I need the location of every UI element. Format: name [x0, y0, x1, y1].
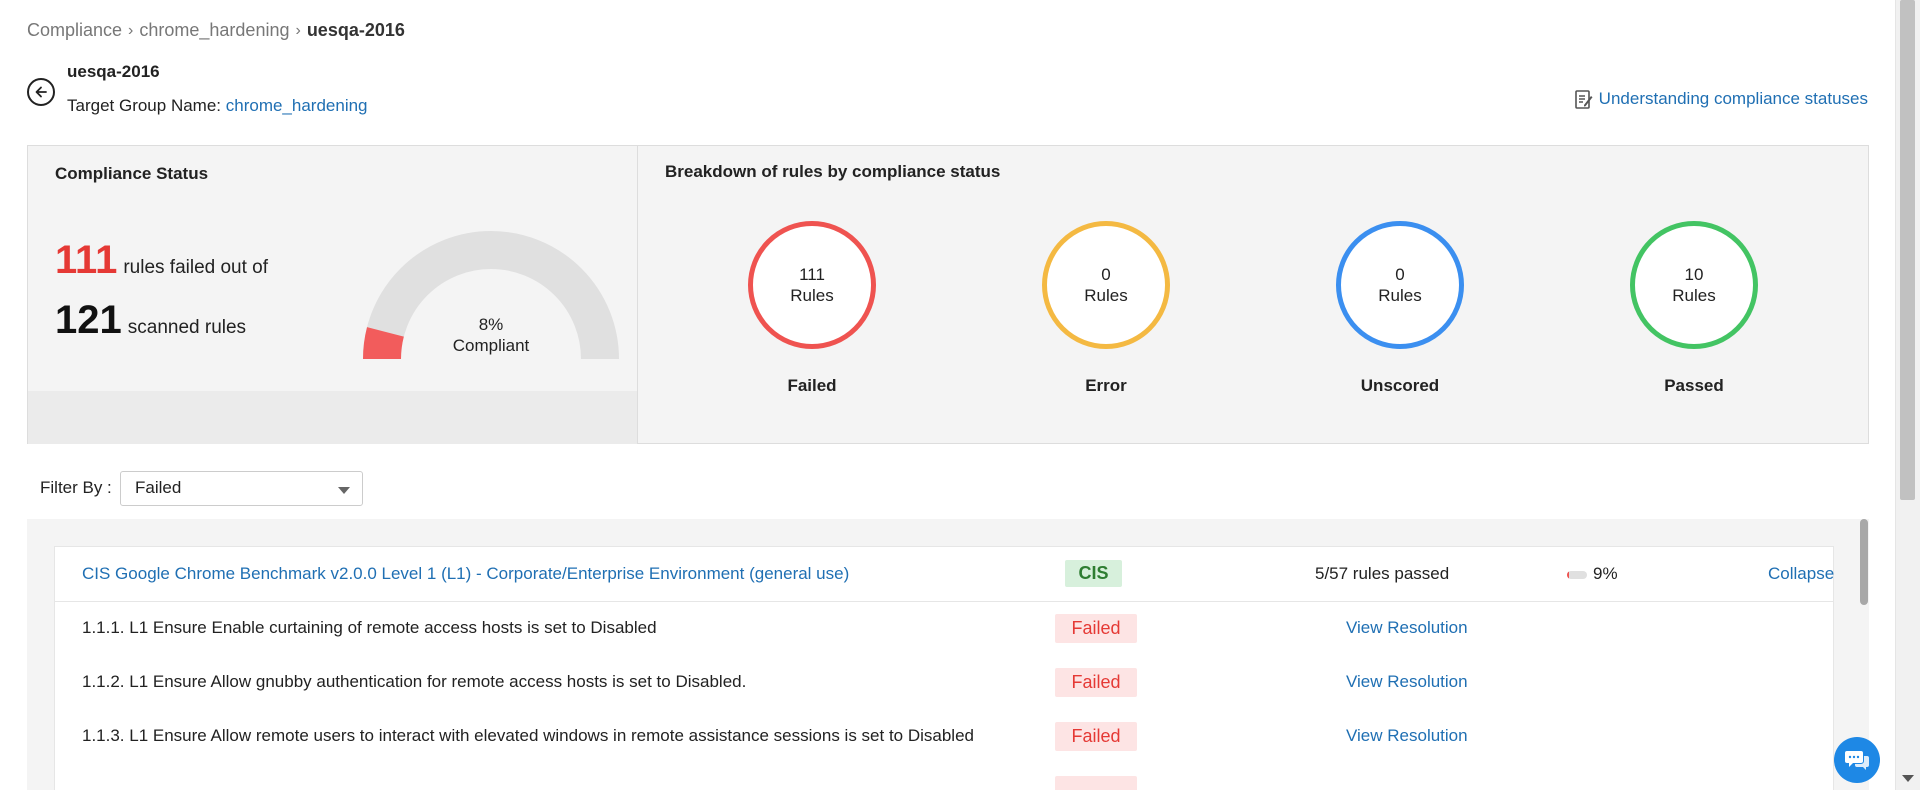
understanding-statuses-link[interactable]: Understanding compliance statuses	[1574, 89, 1868, 109]
status-badge: Failed	[1055, 722, 1137, 751]
target-group-info: Target Group Name: chrome_hardening	[67, 96, 368, 116]
progress-fill	[1567, 571, 1569, 579]
failed-label: Failed	[787, 376, 837, 395]
caret-down-icon	[338, 487, 350, 494]
failed-summary: 111 rules failed out of	[55, 238, 268, 283]
benchmark-progress-bar	[1567, 571, 1587, 579]
target-group-label: Target Group Name:	[67, 96, 222, 115]
gauge-fill	[363, 327, 404, 360]
passed-label: Passed	[1664, 376, 1724, 395]
ring-count: 0	[1395, 265, 1405, 284]
scroll-down-arrow-icon[interactable]	[1902, 775, 1914, 782]
ring-unit: Rules	[1672, 286, 1716, 305]
rule-row: 1.1.2. L1 Ensure Allow gnubby authentica…	[55, 656, 1833, 710]
breadcrumb-current: uesqa-2016	[306, 20, 405, 40]
scanned-text: scanned rules	[127, 317, 247, 338]
scanned-count: 121	[55, 298, 122, 342]
page-scrollbar[interactable]	[1895, 0, 1920, 790]
breakdown-title: Breakdown of rules by compliance status	[665, 162, 1001, 181]
compliance-status-panel: Compliance Status 111 rules failed out o…	[28, 146, 638, 444]
chat-button[interactable]	[1834, 737, 1880, 783]
back-button[interactable]	[27, 78, 55, 106]
page-scrollbar-thumb[interactable]	[1900, 0, 1915, 500]
view-resolution-link[interactable]: View Resolution	[1346, 726, 1468, 746]
rule-text: 1.1.1. L1 Ensure Enable curtaining of re…	[82, 618, 657, 637]
unscored-ring[interactable]: 0 Rules	[1336, 221, 1464, 349]
error-ring[interactable]: 0 Rules	[1042, 221, 1170, 349]
rules-list-container: CIS Google Chrome Benchmark v2.0.0 Level…	[27, 519, 1869, 790]
chat-icon	[1845, 751, 1869, 770]
scanned-summary: 121 scanned rules	[55, 298, 246, 343]
error-label: Error	[1085, 376, 1127, 395]
ring-unit: Rules	[1084, 286, 1128, 305]
list-scrollbar-thumb[interactable]	[1860, 519, 1868, 605]
failed-count: 111	[55, 238, 118, 282]
failed-ring[interactable]: 111 Rules	[748, 221, 876, 349]
passed-ring[interactable]: 10 Rules	[1630, 221, 1758, 349]
status-badge-partial	[1055, 776, 1137, 790]
benchmark-card: CIS Google Chrome Benchmark v2.0.0 Level…	[54, 546, 1834, 790]
rule-text: 1.1.3. L1 Ensure Allow remote users to i…	[82, 726, 974, 745]
status-badge: Failed	[1055, 614, 1137, 643]
view-resolution-link[interactable]: View Resolution	[1346, 672, 1468, 692]
ring-count: 10	[1684, 265, 1704, 284]
chevron-right-icon: ›	[295, 21, 301, 39]
document-edit-icon	[1574, 90, 1593, 109]
gauge-label: Compliant	[452, 336, 530, 355]
page-title: uesqa-2016	[67, 62, 160, 81]
rule-row-partial	[55, 764, 1833, 790]
chevron-right-icon: ›	[128, 21, 134, 39]
compliance-status-title: Compliance Status	[55, 164, 209, 183]
arrow-left-icon	[35, 86, 47, 98]
ring-count: 0	[1101, 265, 1111, 284]
gauge-text: 8% Compliant	[416, 314, 566, 356]
filter-selected-value: Failed	[135, 478, 182, 497]
cis-badge: CIS	[1065, 560, 1122, 587]
gauge-percent: 8%	[478, 315, 504, 334]
breadcrumb: Compliance › chrome_hardening › uesqa-20…	[27, 20, 405, 41]
failed-text: rules failed out of	[123, 257, 269, 278]
target-group-link[interactable]: chrome_hardening	[226, 96, 368, 115]
benchmark-header-row: CIS Google Chrome Benchmark v2.0.0 Level…	[55, 547, 1834, 602]
view-resolution-link[interactable]: View Resolution	[1346, 618, 1468, 638]
rules-passed-text: 5/57 rules passed	[1315, 564, 1450, 583]
collapse-link[interactable]: Collapse	[1768, 564, 1834, 584]
ring-count: 111	[799, 265, 825, 284]
summary-panel: Compliance Status 111 rules failed out o…	[27, 145, 1869, 444]
rule-text: 1.1.2. L1 Ensure Allow gnubby authentica…	[82, 672, 747, 691]
ring-unit: Rules	[790, 286, 834, 305]
breadcrumb-compliance[interactable]: Compliance	[27, 20, 122, 41]
breakdown-panel: Breakdown of rules by compliance status …	[638, 146, 1868, 443]
help-link-label: Understanding compliance statuses	[1598, 89, 1868, 108]
filter-label: Filter By :	[40, 478, 112, 497]
ring-unit: Rules	[1378, 286, 1422, 305]
filter-dropdown[interactable]: Failed	[120, 471, 363, 506]
unscored-label: Unscored	[1360, 376, 1440, 395]
benchmark-title-link[interactable]: CIS Google Chrome Benchmark v2.0.0 Level…	[82, 564, 849, 584]
benchmark-percent: 9%	[1593, 564, 1618, 583]
status-badge: Failed	[1055, 668, 1137, 697]
rule-row: 1.1.3. L1 Ensure Allow remote users to i…	[55, 710, 1833, 764]
breadcrumb-target-group[interactable]: chrome_hardening	[139, 20, 289, 41]
rule-row: 1.1.1. L1 Ensure Enable curtaining of re…	[55, 602, 1833, 656]
